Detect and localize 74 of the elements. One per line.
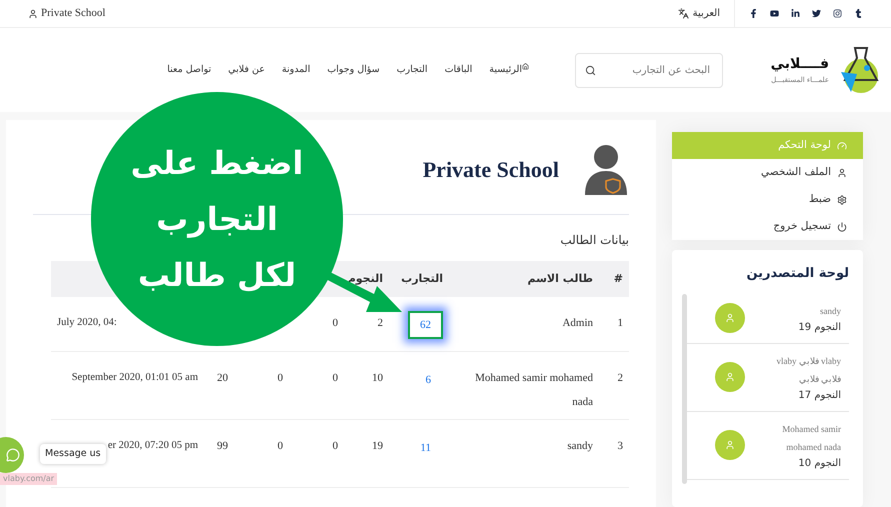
- table-cell: er 2020, 07:20 05 pm: [108, 440, 198, 451]
- leader-score: النجوم 10: [797, 456, 841, 470]
- nav-link[interactable]: التجارب: [396, 62, 428, 78]
- table-cell: 10: [372, 372, 383, 384]
- table-cell: 3: [618, 440, 623, 452]
- nav-link[interactable]: المدونة: [282, 62, 310, 78]
- nav-link[interactable]: سؤال وجواب: [327, 62, 380, 78]
- linkedin-icon[interactable]: [791, 9, 800, 18]
- nav-link[interactable]: عن فلابي: [228, 62, 265, 78]
- nav-link[interactable]: تواصل معنا: [167, 62, 212, 78]
- table-cell: 1: [618, 317, 623, 329]
- table-cell: sandy: [567, 440, 593, 452]
- user-icon: [725, 372, 735, 382]
- callout-text: التجارب: [156, 199, 278, 240]
- table-cell: 20: [217, 372, 228, 384]
- chat-tooltip: Message us: [40, 444, 106, 464]
- table-cell: July 2020, 04:: [57, 317, 117, 328]
- leader-name: sandy: [819, 304, 841, 318]
- facebook-icon[interactable]: [749, 9, 758, 18]
- experiments-link[interactable]: 62: [408, 311, 443, 339]
- column-header: #: [614, 272, 623, 285]
- menu-item[interactable]: الملف الشخصي: [672, 159, 863, 186]
- search-field[interactable]: البحث عن التجارب: [575, 52, 723, 88]
- table-cell: 0: [332, 440, 338, 452]
- leaderboard-title: لوحة المتصدرين: [745, 265, 849, 283]
- school-name: Private School: [422, 156, 559, 184]
- experiments-link[interactable]: 6: [414, 366, 443, 394]
- table-cell: 0: [332, 372, 338, 384]
- language-link[interactable]: العربية: [692, 6, 720, 21]
- menu-item[interactable]: ضبط: [672, 186, 863, 213]
- user-icon: [725, 440, 735, 450]
- table-cell: September 2020, 01:01 05 am: [72, 372, 198, 383]
- user-icon: [725, 313, 735, 323]
- gauge-icon: [837, 140, 847, 150]
- table-cell: Mohamed samir mohamed nada: [475, 372, 593, 408]
- table-cell: 0: [278, 372, 283, 384]
- user-shield-icon: [583, 143, 629, 195]
- table-cell: 0: [278, 440, 283, 452]
- nav-link[interactable]: الرئيسية: [489, 62, 522, 78]
- scrollbar[interactable]: [682, 294, 687, 484]
- table-cell: Admin: [562, 317, 593, 329]
- leader-score: النجوم 17: [797, 388, 841, 402]
- menu-item[interactable]: تسجيل خروج: [672, 213, 863, 240]
- home-icon: [522, 62, 529, 70]
- chat-icon: [6, 448, 20, 462]
- column-header: التجارب: [401, 272, 443, 285]
- user-icon: [837, 168, 847, 178]
- column-header: طالب الاسم: [527, 272, 593, 285]
- tumblr-icon[interactable]: [854, 9, 863, 18]
- logo-title: فــــلابي: [770, 55, 829, 74]
- settings-icon: [837, 194, 847, 204]
- callout-text: لكل طالب: [138, 255, 296, 296]
- leader-name: Mohamed samir mohamed nada: [781, 422, 841, 454]
- column-header: النجوم: [348, 272, 383, 285]
- section-title: بيانات الطالب: [559, 232, 629, 249]
- user-icon: [28, 8, 38, 18]
- table-cell: 2: [378, 317, 383, 329]
- table-cell: 99: [217, 440, 228, 452]
- table-cell: 19: [372, 440, 383, 452]
- search-icon[interactable]: [585, 64, 596, 76]
- experiments-link[interactable]: 11: [408, 434, 443, 462]
- table-cell: 2: [618, 372, 623, 384]
- callout-text: اضغط على: [130, 143, 304, 184]
- translate-icon: [678, 8, 689, 19]
- leader-name: vlaby فلابي vlaby فلابي فلابي: [776, 354, 841, 386]
- status-url: vlaby.com/ar: [0, 473, 58, 485]
- twitter-icon[interactable]: [812, 9, 821, 18]
- nav-link[interactable]: الباقات: [444, 62, 472, 78]
- youtube-icon[interactable]: [770, 9, 779, 18]
- table-cell: 0: [332, 317, 338, 329]
- leader-score: النجوم 19: [797, 320, 841, 334]
- user-link[interactable]: Private School: [41, 5, 106, 22]
- instagram-icon[interactable]: [833, 9, 842, 18]
- power-icon: [837, 222, 847, 232]
